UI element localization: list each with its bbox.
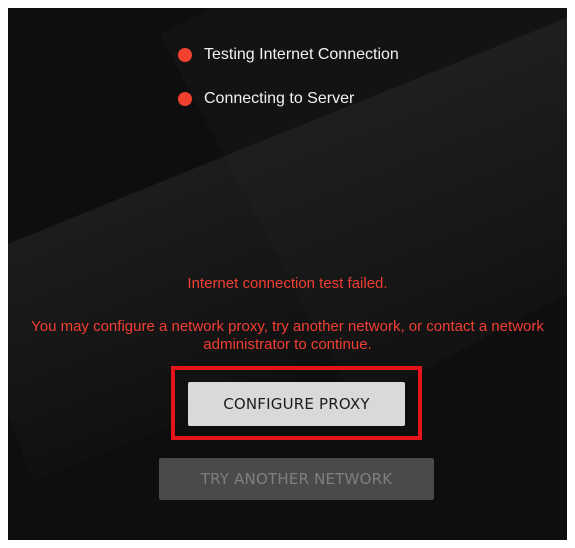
connection-screen: Testing Internet Connection Connecting t… <box>8 8 567 540</box>
status-item-label: Testing Internet Connection <box>204 46 399 63</box>
status-item-internet-test: Testing Internet Connection <box>178 46 399 64</box>
try-another-network-button[interactable]: TRY ANOTHER NETWORK <box>159 458 434 500</box>
error-title: Internet connection test failed. <box>187 275 388 292</box>
configure-proxy-button[interactable]: CONFIGURE PROXY <box>188 382 405 426</box>
status-item-server-connect: Connecting to Server <box>178 90 354 108</box>
status-item-label: Connecting to Server <box>204 90 355 107</box>
status-dot-icon <box>178 48 192 62</box>
error-message: You may configure a network proxy, try a… <box>31 318 544 353</box>
status-dot-icon <box>178 92 192 106</box>
